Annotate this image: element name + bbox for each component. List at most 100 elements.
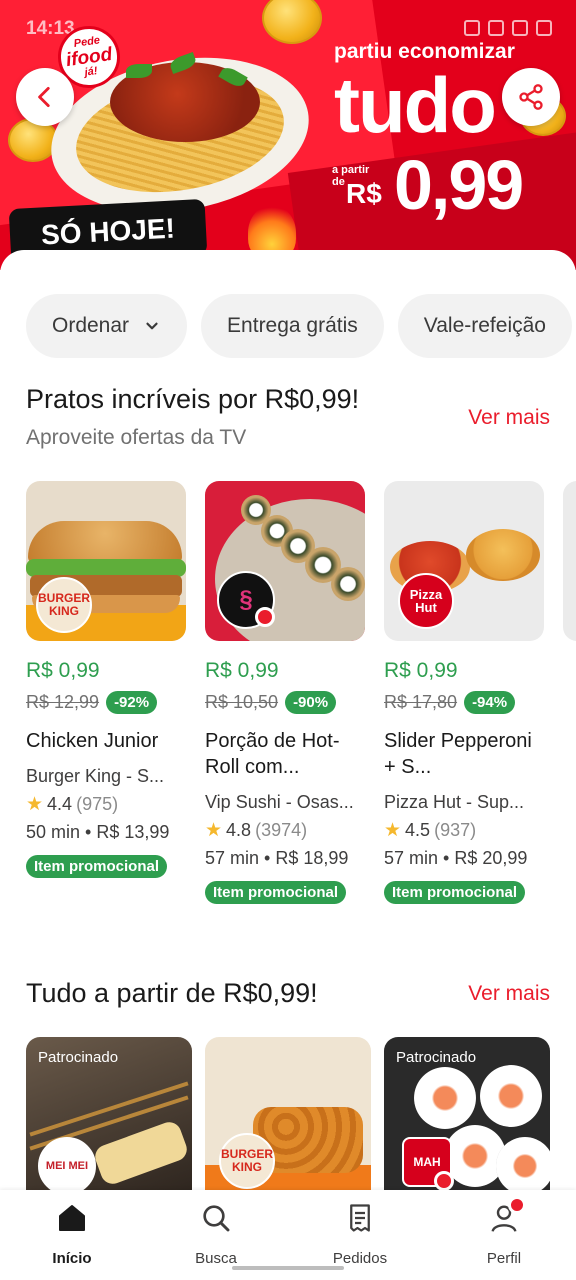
receipt-icon	[342, 1200, 378, 1236]
battery-icon	[536, 20, 552, 36]
review-count: (3974)	[255, 820, 308, 840]
filter-sort-button[interactable]: Ordenar	[26, 294, 188, 358]
delivery-meta: 57 min • R$ 20,99	[384, 848, 528, 868]
rating: ★ 4.5 (937)	[384, 819, 544, 842]
super-restaurant-badge	[255, 607, 275, 627]
product-price: R$ 0,99	[384, 659, 458, 682]
banner-price: 0,99	[394, 146, 524, 224]
rating: ★ 4.8 (3974)	[205, 819, 365, 842]
promo-tag: Item promocional	[384, 881, 526, 904]
store-name: Burger King - S...	[26, 766, 165, 786]
mei-mei-logo: MEI MEI	[38, 1137, 96, 1190]
star-icon: ★	[205, 820, 223, 841]
banner-headline: tudo	[334, 61, 497, 149]
sushi-roll-image	[480, 1065, 542, 1127]
store-image: BURGER KING	[205, 1037, 371, 1190]
deals-carousel: BURGER KING R$ 0,99 R$ 12,99 -92% Chicke…	[26, 481, 576, 904]
old-price: R$ 12,99	[26, 692, 100, 712]
product-image	[563, 481, 576, 641]
brand-name: MAH	[413, 1155, 441, 1169]
vibrate-icon	[464, 20, 480, 36]
delivery-meta: 57 min • R$ 18,99	[205, 848, 349, 868]
slider-image	[466, 529, 540, 581]
basil-decoration	[126, 64, 152, 78]
review-count: (975)	[76, 794, 119, 814]
product-price: R$ 0,99	[205, 659, 279, 682]
rating-value: 4.5	[405, 820, 431, 840]
nav-label: Perfil	[486, 1250, 522, 1267]
content-sheet: Ordenar Entrega grátis Vale-refeição Pra…	[0, 250, 576, 1190]
store-card[interactable]: MAH Patrocinado	[384, 1037, 550, 1190]
section-title: Pratos incríveis por R$0,99!	[26, 384, 360, 414]
product-price: R$ 0,99	[26, 659, 100, 682]
old-price: R$ 17,80	[384, 692, 458, 712]
product-name: Chicken Junior	[26, 730, 159, 752]
discount-badge: -94%	[464, 691, 516, 714]
product-card[interactable]: Pizza Hut R$ 0,99 R$ 17,80 -94% Slider P…	[384, 481, 544, 904]
see-more-link[interactable]: Ver mais	[468, 982, 550, 1006]
nav-home[interactable]: Início	[0, 1190, 144, 1280]
filter-free-delivery-button[interactable]: Entrega grátis	[201, 294, 384, 358]
filter-label: Ordenar	[52, 314, 130, 337]
bun-image	[28, 521, 182, 563]
discount-badge: -90%	[285, 691, 337, 714]
old-price: R$ 10,50	[205, 692, 279, 712]
back-button[interactable]	[16, 68, 74, 126]
rating-value: 4.4	[47, 794, 73, 814]
old-price-line: R$ 10,50 -90%	[205, 691, 365, 714]
burger-king-logo: BURGER KING	[219, 1133, 275, 1189]
banner-currency: R$	[346, 178, 382, 209]
product-name: Porção de Hot-Roll com...	[205, 730, 340, 778]
promo-tag: Item promocional	[26, 855, 168, 878]
pizza-hut-logo: Pizza Hut	[398, 573, 454, 629]
brand-name: Pizza Hut	[409, 587, 443, 615]
wifi-icon	[488, 20, 504, 36]
profile-icon	[486, 1196, 526, 1236]
rating: ★ 4.4 (975)	[26, 793, 186, 816]
filter-bar: Ordenar Entrega grátis Vale-refeição	[26, 294, 572, 358]
product-card-peek[interactable]	[563, 481, 576, 904]
share-button[interactable]	[502, 68, 560, 126]
discount-badge: -92%	[106, 691, 158, 714]
nav-label: Pedidos	[332, 1250, 388, 1267]
gesture-bar	[232, 1266, 344, 1270]
nav-profile[interactable]: Perfil	[432, 1190, 576, 1280]
product-card[interactable]: § R$ 0,99 R$ 10,50 -90% Porção de Hot-Ro…	[205, 481, 365, 904]
delivery-meta: 50 min • R$ 13,99	[26, 822, 170, 842]
home-icon	[54, 1200, 90, 1236]
rating-value: 4.8	[226, 820, 252, 840]
burger-king-logo: BURGER KING	[36, 577, 92, 633]
nav-label: Busca	[195, 1250, 237, 1267]
promo-banner[interactable]: 14:13 Pede ifood já! partiu economizar t…	[0, 0, 576, 270]
star-icon: ★	[384, 820, 402, 841]
product-image: §	[205, 481, 365, 641]
product-image: Pizza Hut	[384, 481, 544, 641]
sponsored-label: Patrocinado	[396, 1049, 477, 1066]
logo-line3: já!	[83, 64, 99, 79]
filter-label: Entrega grátis	[227, 314, 358, 337]
notification-dot	[508, 1196, 526, 1214]
chevron-down-icon	[146, 322, 158, 330]
product-card[interactable]: BURGER KING R$ 0,99 R$ 12,99 -92% Chicke…	[26, 481, 186, 904]
store-card[interactable]: MEI MEI Patrocinado	[26, 1037, 192, 1190]
chevron-left-icon	[38, 86, 50, 108]
sushi-roll-image	[414, 1067, 476, 1129]
nav-label: Início	[52, 1250, 92, 1267]
star-icon: ★	[26, 794, 44, 815]
brand-name: MEI MEI	[45, 1160, 89, 1172]
store-name: Vip Sushi - Osas...	[205, 792, 354, 812]
filter-meal-voucher-button[interactable]: Vale-refeição	[397, 294, 572, 358]
promo-tag: Item promocional	[205, 881, 347, 904]
product-name: Slider Pepperoni + S...	[384, 730, 532, 778]
brand-name: BURGER KING	[221, 1147, 274, 1174]
spring-roll-image	[91, 1118, 191, 1188]
share-icon	[519, 84, 543, 110]
sponsored-label: Patrocinado	[38, 1049, 119, 1066]
see-more-link[interactable]: Ver mais	[468, 406, 550, 430]
section-title: Tudo a partir de R$0,99!	[26, 978, 318, 1008]
store-image: MEI MEI Patrocinado	[26, 1037, 192, 1190]
store-card[interactable]: BURGER KING	[205, 1037, 371, 1190]
store-name: Pizza Hut - Sup...	[384, 792, 525, 812]
search-icon	[198, 1200, 234, 1236]
status-icons	[464, 20, 552, 36]
